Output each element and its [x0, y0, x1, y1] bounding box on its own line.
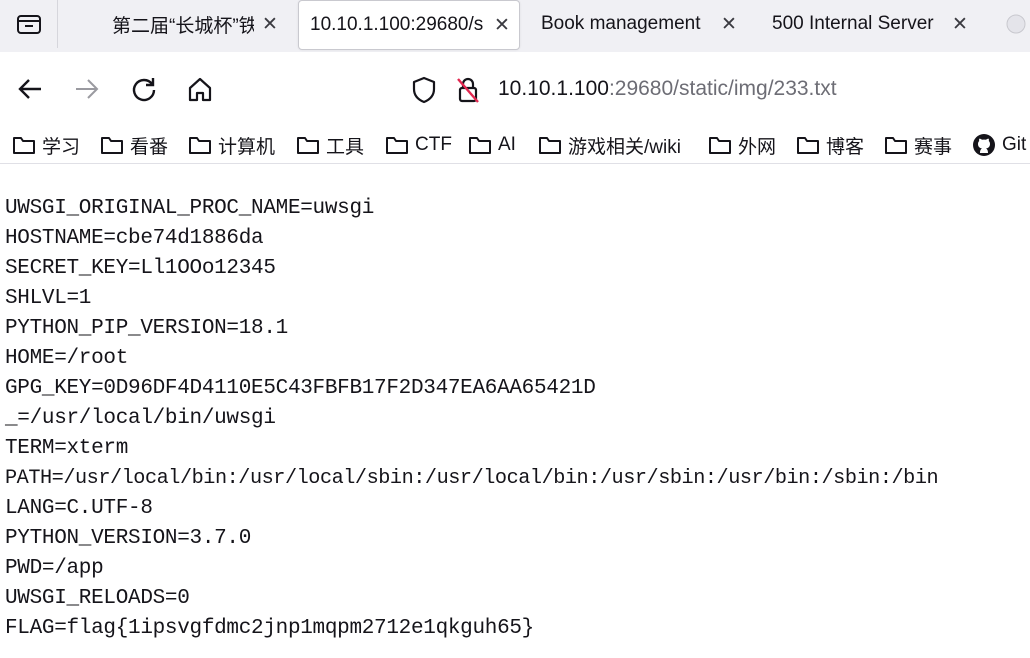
folder-icon: [469, 137, 491, 154]
bookmark-folder-tools[interactable]: 工具: [296, 130, 364, 160]
flag-line: FLAG=flag{1ipsvgfdmc2jnp1mqpm2712e1qkguh…: [5, 617, 534, 640]
url-host: 10.10.1.100: [498, 77, 609, 100]
bookmark-folder-anime[interactable]: 看番: [100, 130, 168, 160]
bookmark-label: Git: [1002, 134, 1027, 155]
bookmark-label: CTF: [415, 134, 452, 155]
insecure-lock-icon[interactable]: [455, 76, 481, 104]
env-line: PATH=/usr/local/bin:/usr/local/sbin:/usr…: [5, 467, 939, 490]
folder-icon: [101, 137, 123, 154]
home-icon: [188, 77, 212, 102]
bookmark-label: 学习: [42, 136, 81, 158]
bookmark-folder-contests[interactable]: 赛事: [884, 130, 952, 160]
bookmark-folder-game-wiki[interactable]: 游戏相关/wiki: [538, 130, 681, 160]
home-button[interactable]: [185, 74, 215, 104]
forward-button[interactable]: [72, 74, 102, 104]
folder-icon: [539, 137, 561, 154]
close-icon[interactable]: ✕: [950, 13, 970, 36]
tab-title: 第二届“长城杯”铁: [112, 15, 254, 37]
bookmark-label: 工具: [326, 136, 365, 158]
url-path: :29680/static/img/233.txt: [608, 77, 837, 100]
navigation-bar: 10.10.1.100:29680/static/img/233.txt: [0, 52, 1030, 126]
env-line: UWSGI_ORIGINAL_PROC_NAME=uwsgi: [5, 197, 375, 220]
folder-icon: [885, 137, 907, 154]
bookmark-label: 博客: [826, 136, 865, 158]
folder-icon: [189, 137, 211, 154]
tab-changcheng-cup[interactable]: 第二届“长城杯”铁 ✕: [112, 0, 282, 48]
bookmark-label: 计算机: [218, 136, 276, 158]
github-icon: [973, 134, 995, 156]
tab-book-management[interactable]: Book management ✕: [541, 0, 741, 48]
close-icon[interactable]: ✕: [492, 14, 512, 37]
close-icon[interactable]: ✕: [719, 13, 739, 36]
bookmark-github[interactable]: Git: [972, 130, 1026, 160]
back-button[interactable]: [15, 74, 45, 104]
forward-arrow-icon: [76, 79, 99, 99]
bookmark-folder-external[interactable]: 外网: [708, 130, 776, 160]
tab-current-page[interactable]: 10.10.1.100:29680/s ✕: [298, 0, 520, 50]
tab-title: 500 Internal Server: [772, 13, 934, 34]
back-arrow-icon: [18, 79, 41, 99]
reload-icon: [132, 78, 156, 102]
folder-icon: [709, 137, 731, 154]
shield-icon[interactable]: [411, 76, 437, 104]
bookmark-label: 游戏相关/wiki: [568, 136, 681, 158]
folder-icon: [13, 137, 35, 154]
folder-icon: [386, 137, 408, 154]
url-text[interactable]: 10.10.1.100:29680/static/img/233.txt: [498, 77, 837, 101]
env-line: UWSGI_RELOADS=0: [5, 587, 190, 610]
bookmark-folder-ctf[interactable]: CTF: [385, 130, 452, 160]
tab-overflow-icon[interactable]: [1000, 12, 1030, 36]
tab-title: 10.10.1.100:29680/s: [310, 14, 484, 35]
folder-icon: [797, 137, 819, 154]
env-line: TERM=xterm: [5, 437, 129, 460]
tab-list-button[interactable]: [0, 0, 58, 48]
bookmark-label: 赛事: [914, 136, 953, 158]
env-line: SHLVL=1: [5, 287, 92, 310]
bookmark-folder-blog[interactable]: 博客: [796, 130, 864, 160]
bookmark-label: AI: [498, 134, 516, 155]
env-line: PYTHON_VERSION=3.7.0: [5, 527, 252, 550]
bookmark-folder-ai[interactable]: AI: [468, 130, 516, 160]
tab-list-icon: [16, 15, 41, 34]
folder-icon: [297, 137, 319, 154]
env-line: GPG_KEY=0D96DF4D4110E5C43FBFB17F2D347EA6…: [5, 377, 596, 400]
env-line: PYTHON_PIP_VERSION=18.1: [5, 317, 288, 340]
env-line: LANG=C.UTF-8: [5, 497, 153, 520]
bookmark-folder-computer[interactable]: 计算机: [188, 130, 275, 160]
env-line: SECRET_KEY=Ll1OOo12345: [5, 257, 276, 280]
tab-strip: 第二届“长城杯”铁 ✕ 10.10.1.100:29680/s ✕ Book m…: [0, 0, 1030, 52]
env-line: _=/usr/local/bin/uwsgi: [5, 407, 276, 430]
env-line: HOME=/root: [5, 347, 129, 370]
bookmark-folder-study[interactable]: 学习: [12, 130, 80, 160]
bookmark-label: 看番: [130, 136, 169, 158]
tab-title: Book management: [541, 13, 701, 34]
bookmarks-toolbar: 学习 看番 计算机 工具 CTF AI 游戏相关/wiki 外网 博客 赛事 G…: [0, 126, 1030, 164]
bookmark-label: 外网: [738, 136, 777, 158]
reload-button[interactable]: [129, 74, 159, 104]
env-line: HOSTNAME=cbe74d1886da: [5, 227, 264, 250]
close-icon[interactable]: ✕: [260, 13, 280, 36]
page-content: UWSGI_ORIGINAL_PROC_NAME=uwsgi HOSTNAME=…: [0, 165, 1030, 658]
address-bar[interactable]: 10.10.1.100:29680/static/img/233.txt: [405, 68, 1030, 110]
env-line: PWD=/app: [5, 557, 104, 580]
tab-500-error[interactable]: 500 Internal Server ✕: [772, 0, 972, 48]
